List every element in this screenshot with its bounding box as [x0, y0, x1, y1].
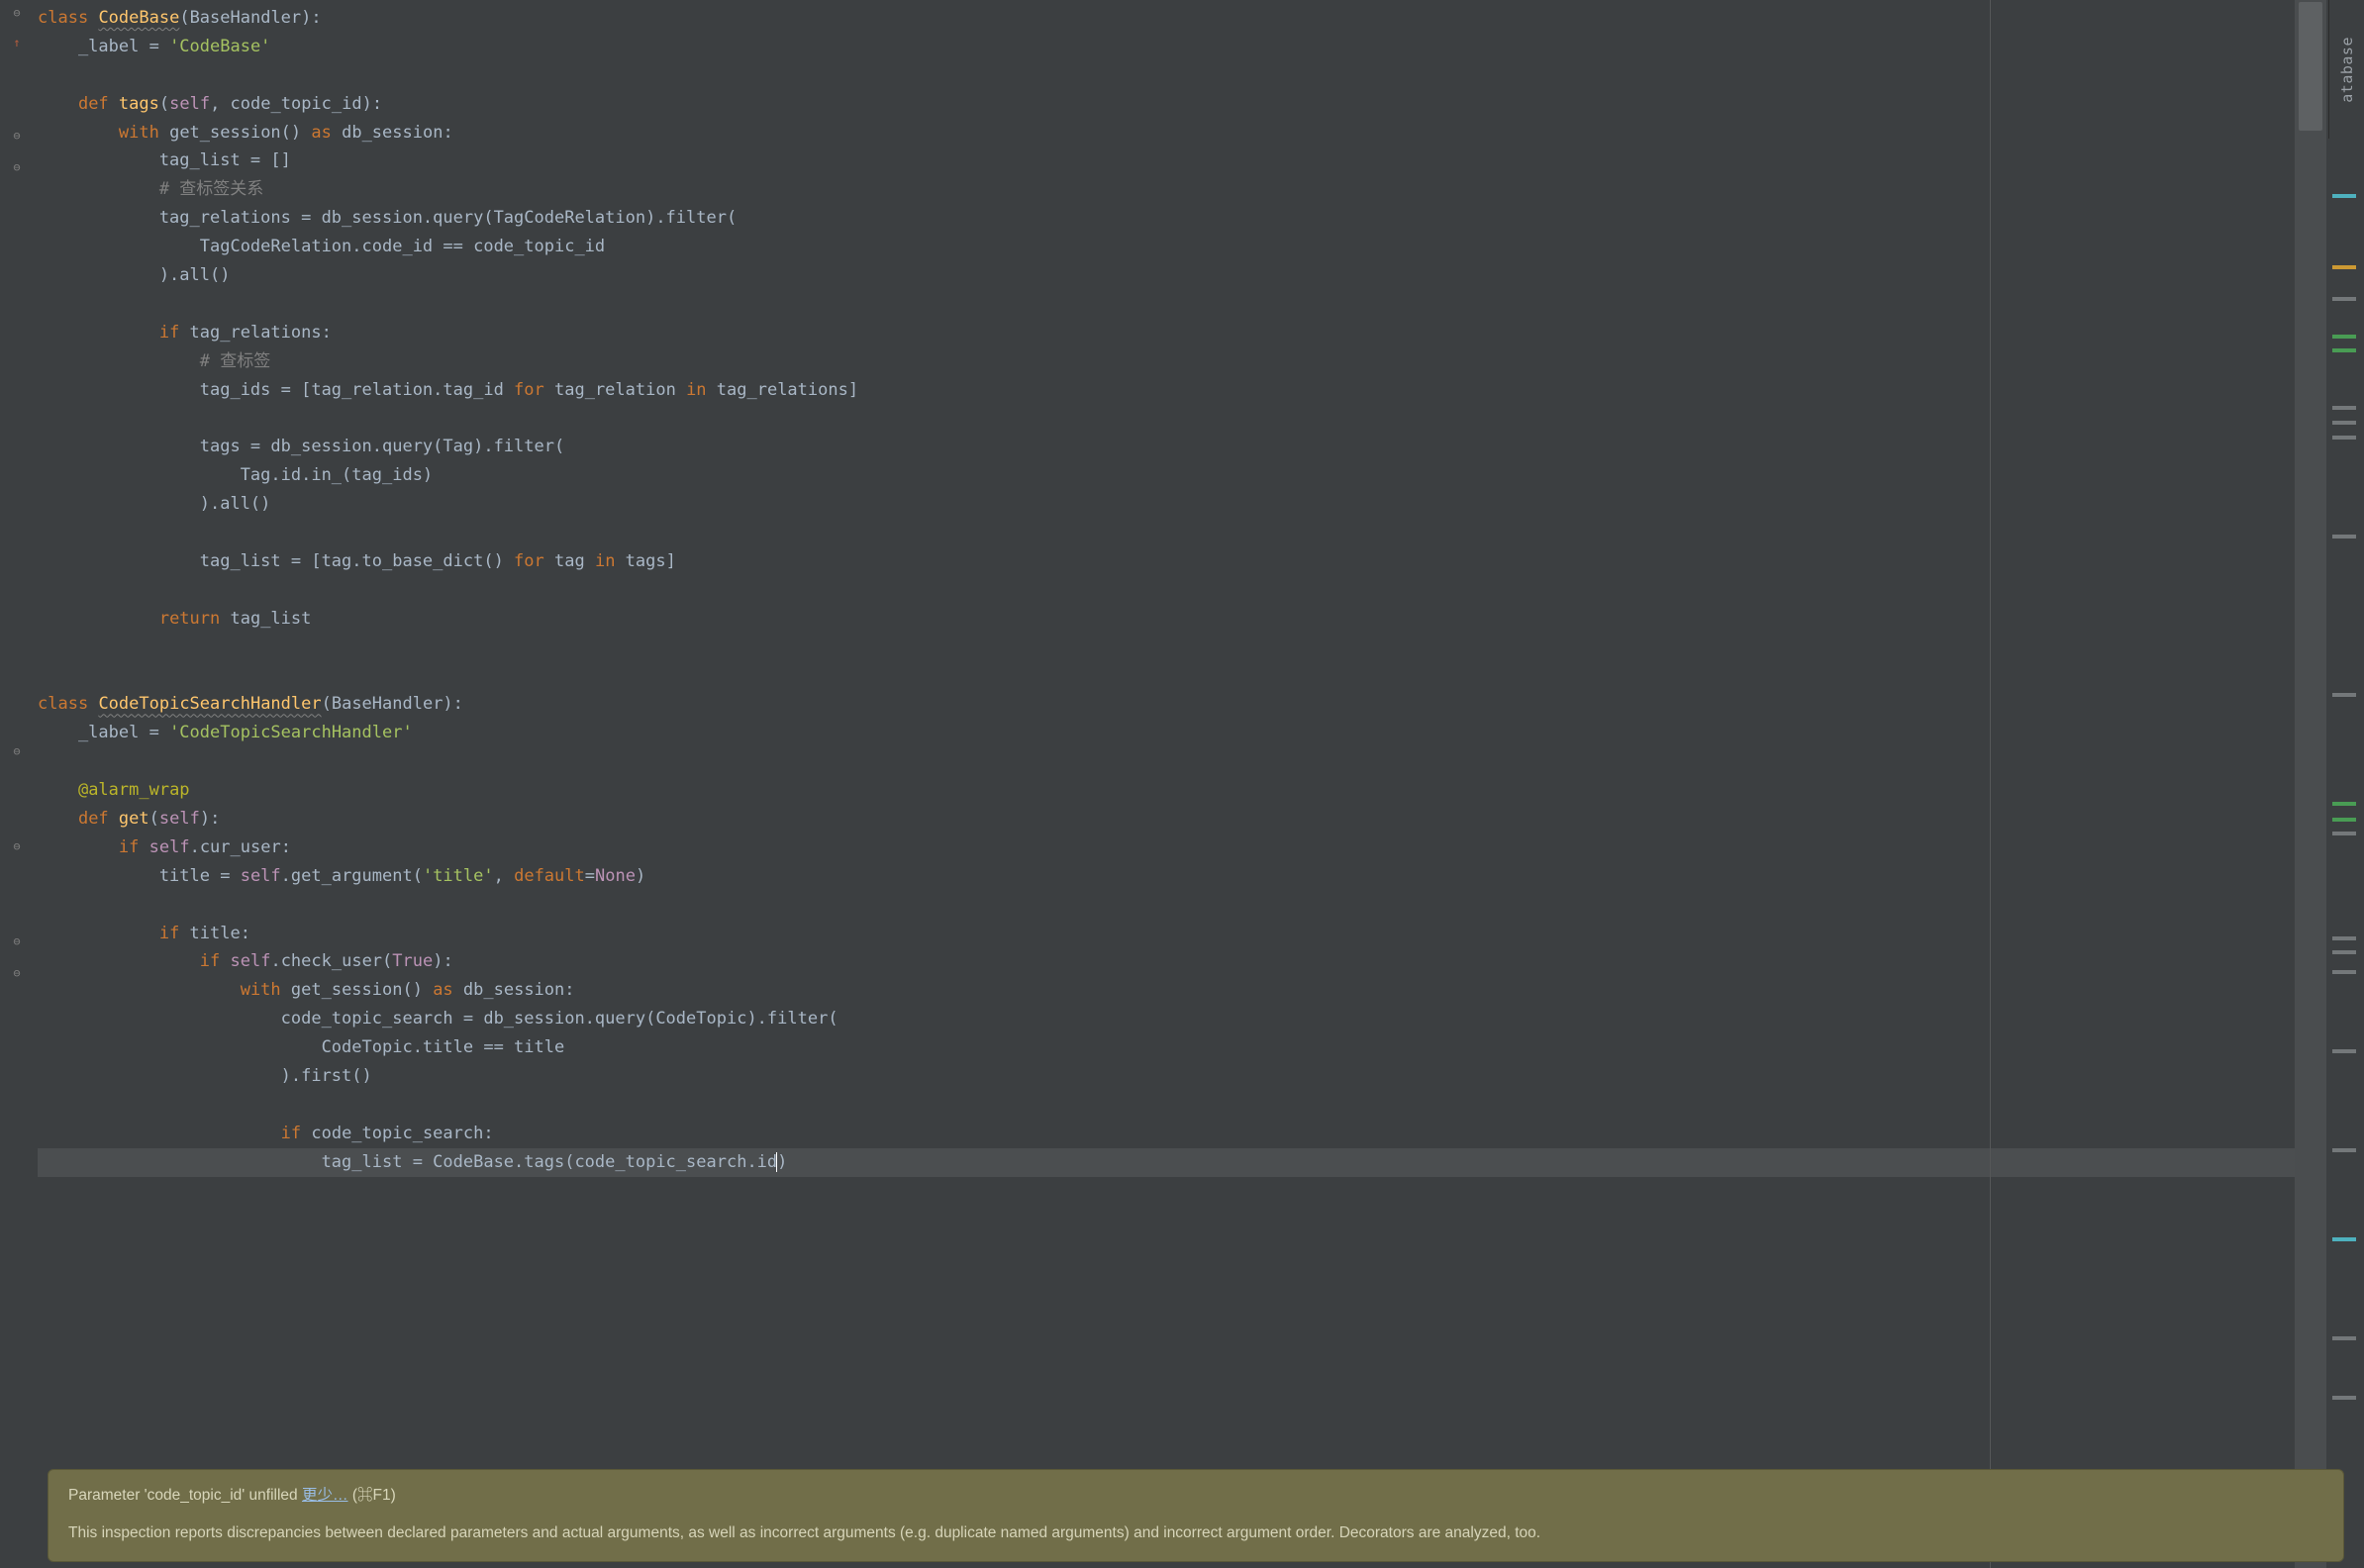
gutter-fold-icon[interactable]: ⊖: [10, 839, 24, 853]
error-stripe-mark[interactable]: [2332, 802, 2356, 806]
inspection-title: Parameter 'code_topic_id' unfilled: [68, 1487, 298, 1504]
error-stripe-mark[interactable]: [2332, 1049, 2356, 1053]
error-stripe-mark[interactable]: [2332, 1336, 2356, 1340]
error-stripe-mark[interactable]: [2332, 265, 2356, 269]
scrollbar-thumb[interactable]: [2299, 2, 2322, 131]
gutter: ⊖ ↑ ⊖ ⊖ ⊖ ⊖ ⊖ ⊖: [0, 0, 38, 1568]
gutter-fold-icon[interactable]: ⊖: [10, 966, 24, 980]
error-stripe-mark[interactable]: [2332, 950, 2356, 954]
error-stripe-mark[interactable]: [2332, 535, 2356, 539]
database-tool-tab[interactable]: atabase: [2328, 0, 2364, 139]
right-scroll-area: [2295, 0, 2364, 1568]
gutter-fold-icon[interactable]: ⊖: [10, 160, 24, 174]
error-stripe-mark[interactable]: [2332, 818, 2356, 822]
inspection-shortcut: (⌘F1): [352, 1487, 396, 1504]
right-margin-guide: [1990, 0, 1991, 1568]
error-stripe-mark[interactable]: [2332, 970, 2356, 974]
gutter-fold-icon[interactable]: ⊖: [10, 934, 24, 948]
editor-wrap: ⊖ ↑ ⊖ ⊖ ⊖ ⊖ ⊖ ⊖ class CodeBase(BaseHandler): _l…: [0, 0, 2364, 1568]
error-stripe[interactable]: [2326, 0, 2364, 1568]
error-stripe-mark[interactable]: [2332, 1396, 2356, 1400]
error-stripe-mark[interactable]: [2332, 335, 2356, 339]
gutter-fold-icon[interactable]: ⊖: [10, 129, 24, 143]
error-stripe-mark[interactable]: [2332, 693, 2356, 697]
error-stripe-mark[interactable]: [2332, 936, 2356, 940]
error-stripe-mark[interactable]: [2332, 406, 2356, 410]
error-stripe-mark[interactable]: [2332, 436, 2356, 440]
gutter-fold-icon[interactable]: ⊖: [10, 744, 24, 758]
database-tool-label: atabase: [2338, 37, 2356, 103]
error-stripe-mark[interactable]: [2332, 1148, 2356, 1152]
inspection-less-link[interactable]: 更少…: [302, 1487, 348, 1504]
gutter-fold-icon[interactable]: ↑: [10, 36, 24, 49]
gutter-fold-icon[interactable]: ⊖: [10, 6, 24, 20]
error-stripe-mark[interactable]: [2332, 832, 2356, 835]
error-stripe-mark[interactable]: [2332, 421, 2356, 425]
error-stripe-mark[interactable]: [2332, 1237, 2356, 1241]
error-stripe-mark[interactable]: [2332, 348, 2356, 352]
inspection-tooltip: Parameter 'code_topic_id' unfilled 更少… (…: [48, 1469, 2344, 1562]
source-code[interactable]: class CodeBase(BaseHandler): _label = 'C…: [38, 4, 2295, 1177]
inspection-description: This inspection reports discrepancies be…: [68, 1521, 2323, 1545]
error-stripe-mark[interactable]: [2332, 297, 2356, 301]
scrollbar-track[interactable]: [2295, 0, 2326, 1568]
code-content[interactable]: class CodeBase(BaseHandler): _label = 'C…: [38, 0, 2295, 1568]
error-stripe-mark[interactable]: [2332, 194, 2356, 198]
